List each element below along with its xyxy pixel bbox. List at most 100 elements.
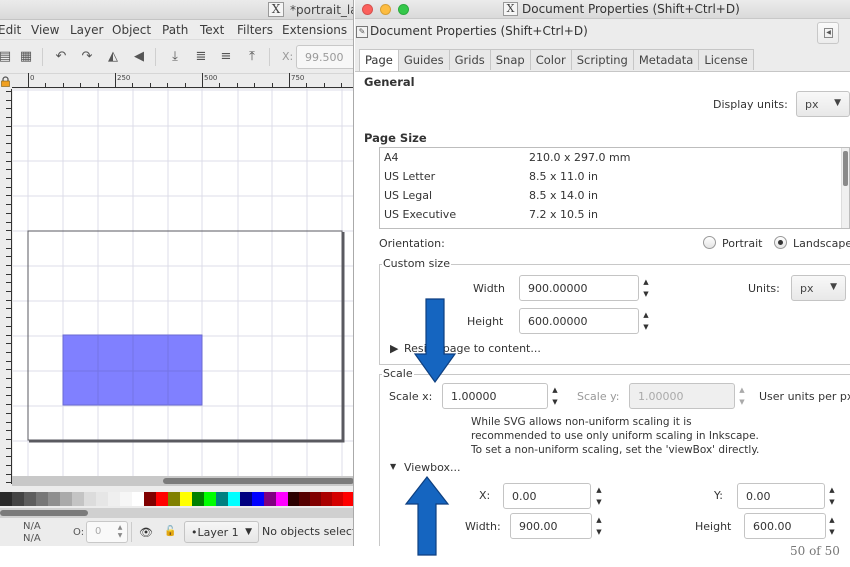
menu-layer[interactable]: Layer [70,23,103,37]
page-size-list-scrollbar-thumb[interactable] [843,151,848,186]
increment-icon[interactable]: ▲ [641,276,651,288]
color-swatch[interactable] [264,492,276,506]
tab-page[interactable]: Page [359,49,399,72]
decrement-icon[interactable]: ▼ [550,396,560,408]
color-swatch[interactable] [240,492,252,506]
expander-open-icon[interactable]: ▼ [390,462,396,471]
scale-y-spinner[interactable]: ▲ ▼ [737,384,747,408]
color-swatch[interactable] [321,492,332,506]
increment-icon[interactable]: ▲ [594,484,604,496]
color-swatch[interactable] [48,492,60,506]
decrement-icon[interactable]: ▼ [594,526,604,538]
viewbox-x-spinner[interactable]: ▲ ▼ [594,484,604,508]
list-item[interactable]: A4 210.0 x 297.0 mm [384,148,844,167]
decrement-icon[interactable]: ▼ [737,396,747,408]
color-swatch[interactable] [343,492,353,506]
landscape-radio[interactable] [774,236,787,249]
units-dropdown[interactable]: px ▼ [791,275,846,301]
group-icon[interactable]: ▤ [0,48,14,66]
decrement-icon[interactable]: ▼ [827,526,837,538]
viewbox-expander[interactable]: Viewbox... [404,461,460,474]
scale-y-input[interactable]: 1.00000 [629,383,735,409]
color-swatch[interactable] [24,492,36,506]
tab-scripting[interactable]: Scripting [570,49,634,70]
viewbox-width-input[interactable]: 900.00 [510,513,592,539]
rotate-ccw-icon[interactable]: ↶ [52,48,70,66]
raise-to-top-icon[interactable]: ⤒ [243,48,261,66]
color-swatch[interactable] [132,492,144,506]
increment-icon[interactable]: ▲ [737,384,747,396]
color-swatch[interactable] [288,492,299,506]
decrement-icon[interactable]: ▼ [641,288,651,300]
width-input[interactable]: 900.00000 [519,275,639,301]
tab-guides[interactable]: Guides [397,49,450,70]
height-input[interactable]: 600.00000 [519,308,639,334]
color-swatch[interactable] [0,492,12,506]
increment-icon[interactable]: ▲ [827,514,837,526]
unlock-icon[interactable]: 🔓 [164,526,176,537]
color-swatch[interactable] [60,492,72,506]
canvas-background[interactable] [13,89,354,476]
tab-snap[interactable]: Snap [489,49,531,70]
viewbox-x-input[interactable]: 0.00 [503,483,591,509]
eye-icon[interactable]: 👁 [139,526,153,539]
horizontal-ruler[interactable]: 0 250 500 750 [12,73,353,88]
raise-icon[interactable]: ≡ [217,48,235,66]
horizontal-scrollbar-thumb[interactable] [163,478,353,484]
menu-text[interactable]: Text [200,23,224,37]
viewbox-height-input[interactable]: 600.00 [744,513,826,539]
color-swatch[interactable] [310,492,321,506]
list-item[interactable]: US Legal 8.5 x 14.0 in [384,186,844,205]
color-swatch[interactable] [192,492,204,506]
viewbox-y-spinner[interactable]: ▲ ▼ [827,484,837,508]
color-swatch[interactable] [108,492,120,506]
scale-x-spinner[interactable]: ▲ ▼ [550,384,560,408]
tab-color[interactable]: Color [529,49,572,70]
drawing-canvas[interactable] [13,89,354,476]
increment-icon[interactable]: ▲ [641,309,651,321]
increment-icon[interactable]: ▲ [827,484,837,496]
landscape-label[interactable]: Landscape [793,237,850,250]
color-swatch[interactable] [120,492,132,506]
close-window-button[interactable] [362,4,373,15]
opacity-input[interactable]: 0 ▲ ▼ [86,521,128,543]
page-size-list-scrollbar[interactable] [841,148,849,228]
portrait-label[interactable]: Portrait [722,237,762,250]
fill-indicator[interactable]: N/A [23,521,41,532]
color-swatch[interactable] [276,492,288,506]
menu-extensions[interactable]: Extensions [282,23,347,37]
display-units-dropdown[interactable]: px ▼ [796,91,850,117]
flip-vertical-icon[interactable]: ◀ [130,48,148,66]
ungroup-icon[interactable]: ▦ [17,48,35,66]
menu-object[interactable]: Object [112,23,151,37]
list-item[interactable]: US Letter 8.5 x 11.0 in [384,167,844,186]
viewbox-height-spinner[interactable]: ▲ ▼ [827,514,837,538]
lock-guides-icon[interactable] [0,76,11,87]
color-swatch[interactable] [299,492,310,506]
menu-view[interactable]: View [31,23,59,37]
layer-dropdown[interactable]: •Layer 1 ▼ [184,521,259,543]
color-swatch[interactable] [252,492,264,506]
color-swatch[interactable] [72,492,84,506]
rotate-cw-icon[interactable]: ↷ [78,48,96,66]
increment-icon[interactable]: ▲ [594,514,604,526]
decrement-icon[interactable]: ▼ [594,496,604,508]
portrait-radio[interactable] [703,236,716,249]
menu-edit[interactable]: Edit [0,23,21,37]
vertical-ruler[interactable] [0,89,12,484]
tab-grids[interactable]: Grids [448,49,491,70]
maximize-window-button[interactable] [398,4,409,15]
color-swatch[interactable] [96,492,108,506]
lower-icon[interactable]: ≣ [192,48,210,66]
tab-metadata[interactable]: Metadata [632,49,700,70]
list-item[interactable]: US Executive 7.2 x 10.5 in [384,205,844,224]
color-swatch[interactable] [168,492,180,506]
dock-toggle-button[interactable]: ◀ [817,22,839,44]
flip-horizontal-icon[interactable]: ◭ [104,48,122,66]
menu-filters[interactable]: Filters [237,23,273,37]
expander-arrow-icon[interactable]: ▶ [390,342,398,355]
tab-license[interactable]: License [698,49,754,70]
scale-x-input[interactable]: 1.00000 [442,383,548,409]
color-swatch[interactable] [204,492,216,506]
decrement-icon[interactable]: ▼ [641,321,651,333]
